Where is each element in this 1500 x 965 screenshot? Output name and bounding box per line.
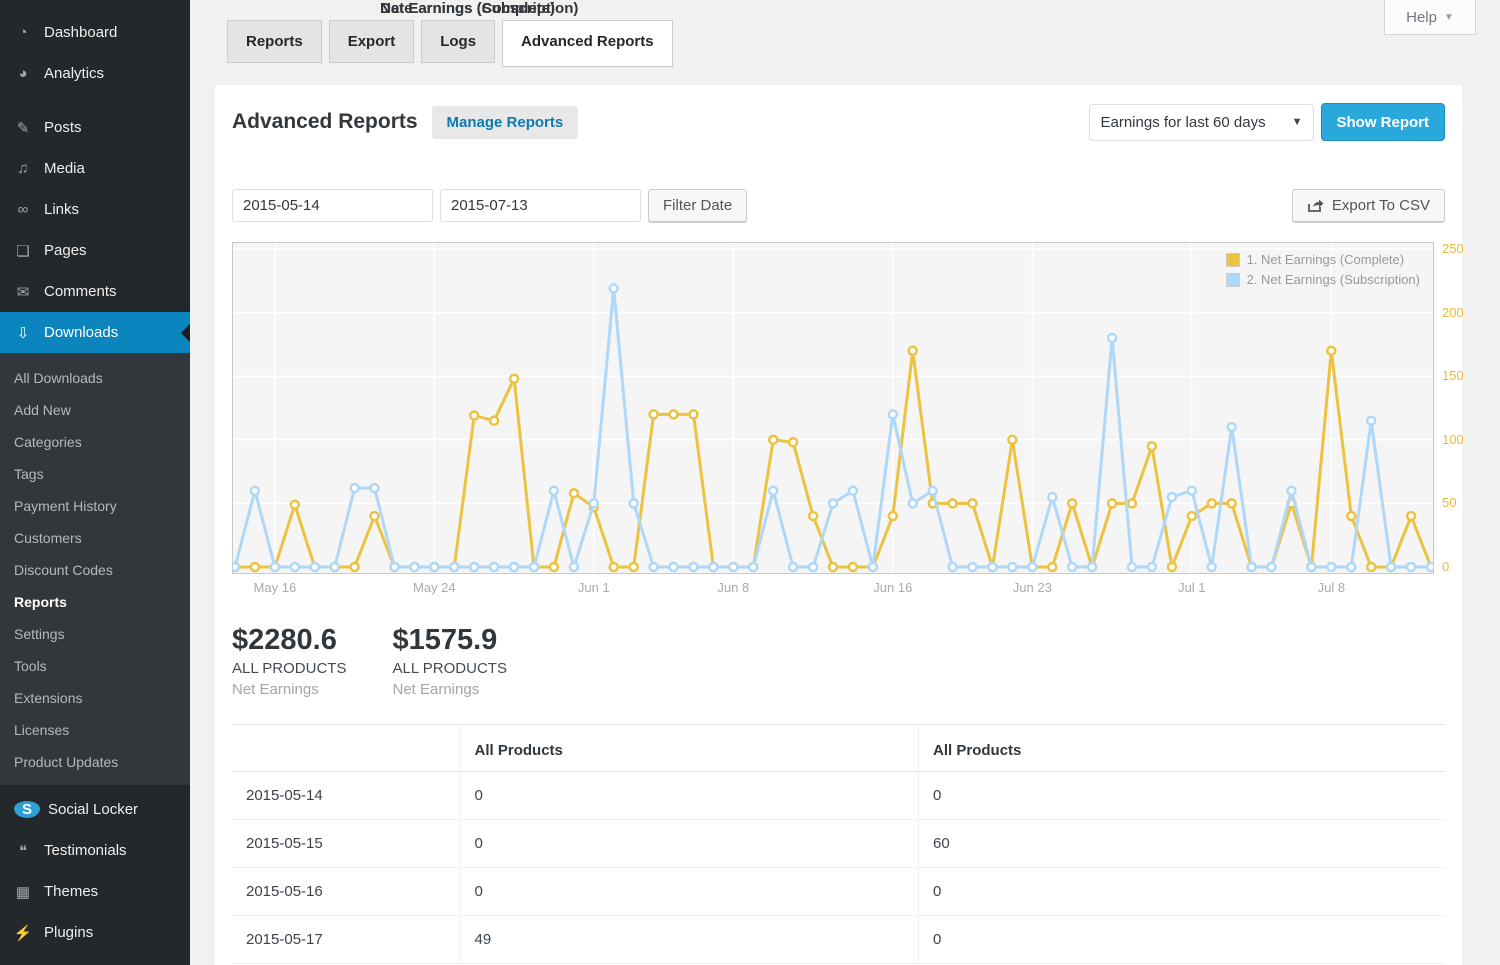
tab-reports[interactable]: Reports [227,20,322,63]
comments-icon: ✉ [10,283,36,301]
sidebar-subitem-payment-history[interactable]: Payment History [0,490,190,522]
sidebar-subitem-categories[interactable]: Categories [0,426,190,458]
sidebar-separator [0,94,190,107]
sidebar-item-dashboard[interactable]: ◔ Dashboard [0,12,190,53]
testimonials-icon: ❝ [10,842,36,860]
posts-icon: ✎ [10,119,36,137]
sidebar-item-label: Analytics [44,65,104,82]
pages-icon: ❏ [10,242,36,260]
themes-icon: ▦ [10,883,36,901]
media-icon: ♫ [10,160,36,177]
sidebar-item-comments[interactable]: ✉ Comments [0,271,190,312]
sidebar-subitem-extensions[interactable]: Extensions [0,682,190,714]
sidebar-item-testimonials[interactable]: ❝ Testimonials [0,830,190,871]
sidebar-item-pages[interactable]: ❏ Pages [0,230,190,271]
sidebar-subitem-discount-codes[interactable]: Discount Codes [0,554,190,586]
sidebar-item-label: Posts [44,119,82,136]
main-content: ReportsExportLogsAdvanced Reports Help ▼… [190,0,1500,965]
sidebar-item-label: Plugins [44,924,93,941]
sidebar-item-plugins[interactable]: ⚡ Plugins [0,912,190,953]
sidebar-item-downloads[interactable]: ⇩ Downloads [0,312,190,353]
sidebar-subitem-tools[interactable]: Tools [0,650,190,682]
table-column-header: Net Earnings (Subscription)All Products [919,725,1445,772]
summary-block: $2280.6 ALL PRODUCTS Net Earnings [232,624,346,698]
sidebar-item-label: Testimonials [44,842,127,859]
advanced-reports-panel: Advanced Reports Manage Reports Earnings… [215,85,1462,965]
social-locker-icon: S [14,801,40,818]
sidebar-item-label: Pages [44,242,87,259]
sidebar-item-label: Links [44,201,79,218]
downloads-submenu: All DownloadsAdd NewCategoriesTagsPaymen… [0,353,190,785]
dashboard-icon: ◔ [10,24,36,41]
earnings-table: DateNet Earnings (Complete)All ProductsN… [232,724,1445,964]
sidebar-item-label: Media [44,160,85,177]
sidebar-item-posts[interactable]: ✎ Posts [0,107,190,148]
links-icon: ∞ [10,201,36,218]
summary-metric: Net Earnings [232,681,346,698]
x-tick-label: May 16 [254,580,297,595]
plugins-icon: ⚡ [10,924,36,942]
sidebar-item-features[interactable]: ▤Features [0,953,190,965]
sidebar-subitem-add-new[interactable]: Add New [0,394,190,426]
sidebar-subitem-tags[interactable]: Tags [0,458,190,490]
sidebar-subitem-all-downloads[interactable]: All Downloads [0,362,190,394]
sidebar-item-themes[interactable]: ▦ Themes [0,871,190,912]
summary-scope: ALL PRODUCTS [232,660,346,677]
column-title: Net Earnings (Subscription) [380,0,1500,965]
sidebar-item-label: Themes [44,883,98,900]
sidebar-item-analytics[interactable]: ◕ Analytics [0,53,190,94]
sidebar-subitem-customers[interactable]: Customers [0,522,190,554]
sidebar-item-media[interactable]: ♫ Media [0,148,190,189]
sidebar-item-social-locker[interactable]: S Social Locker [0,789,190,830]
admin-sidebar: ◔ Dashboard ◕ Analytics ✎ Posts ♫ Media ∞ Links ❏ P… [0,0,190,965]
sidebar-subitem-reports[interactable]: Reports [0,586,190,618]
analytics-icon: ◕ [10,65,36,82]
sidebar-item-label: Social Locker [48,801,138,818]
sidebar-item-links[interactable]: ∞ Links [0,189,190,230]
sidebar-item-label: Downloads [44,324,118,341]
summary-amount: $2280.6 [232,624,346,657]
sidebar-item-label: Comments [44,283,117,300]
sidebar-subitem-licenses[interactable]: Licenses [0,714,190,746]
downloads-icon: ⇩ [10,324,36,342]
sidebar-subitem-product-updates[interactable]: Product Updates [0,746,190,778]
sidebar-subitem-settings[interactable]: Settings [0,618,190,650]
sidebar-item-label: Dashboard [44,24,117,41]
